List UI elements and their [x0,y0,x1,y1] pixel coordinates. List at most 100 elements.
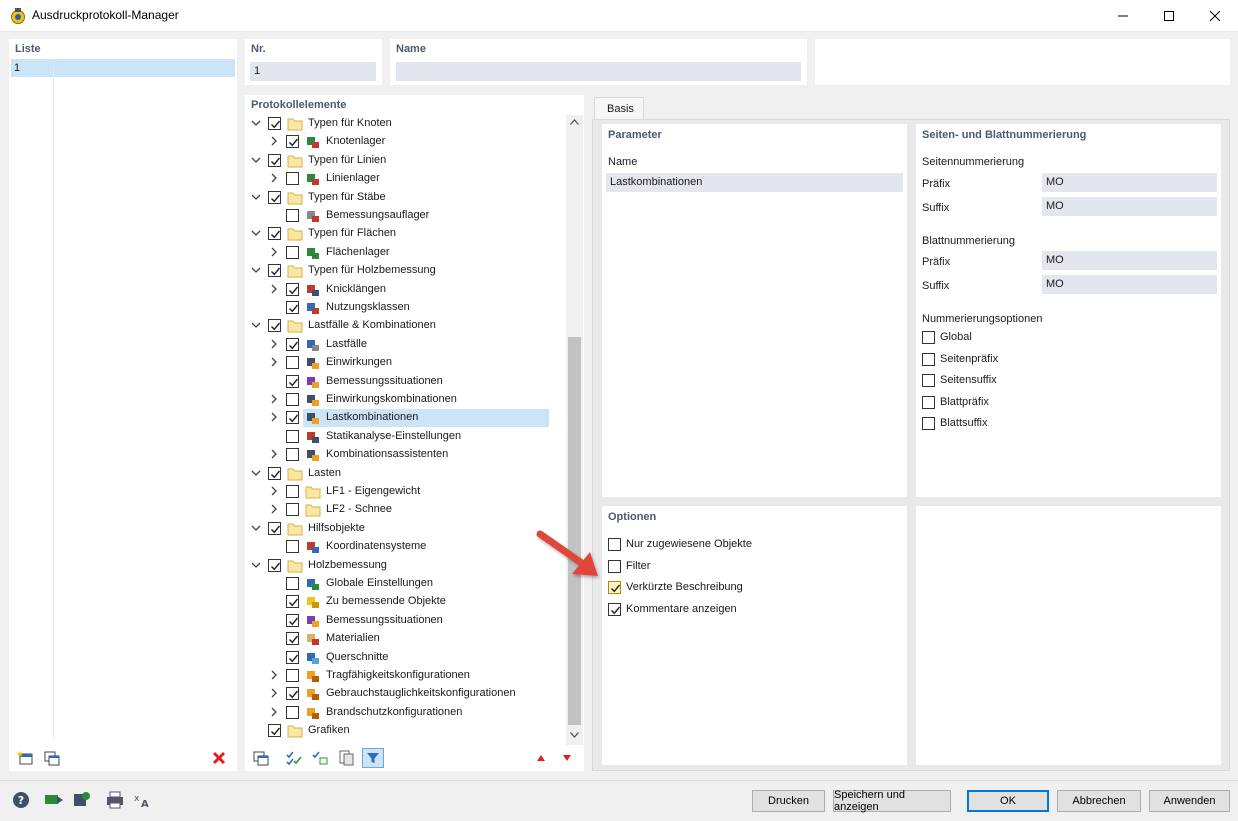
tree-item[interactable]: Knicklängen [245,281,545,299]
chevron-down-icon[interactable] [251,320,261,330]
settings-button[interactable] [71,790,93,810]
chevron-right-icon[interactable] [269,247,279,257]
tree-item[interactable]: Flächenlager [245,244,545,262]
tree-item[interactable]: Brandschutzkonfigurationen [245,704,545,722]
liste-item[interactable]: 1 [11,59,235,77]
expand-toggle[interactable] [269,136,279,146]
tree-item-checkbox[interactable] [268,521,281,535]
numbering-option[interactable]: Blattsuffix [922,416,1182,432]
new-list-button[interactable] [15,748,37,768]
tree-item[interactable]: Knotenlager [245,133,545,151]
tree-item[interactable]: Lastkombinationen [245,409,549,428]
move-up-button[interactable] [530,748,552,768]
expand-toggle[interactable] [269,339,279,349]
apply-button[interactable]: Anwenden [1149,790,1230,812]
tree-item[interactable]: Kombinationsassistenten [245,446,545,464]
tree-item[interactable]: Lasten [245,465,545,483]
tree-item-checkbox[interactable] [286,356,299,370]
move-down-button[interactable] [556,748,578,768]
tree-item-checkbox[interactable] [268,117,281,130]
tree-item[interactable]: Koordinatensysteme [245,538,545,556]
tree-item[interactable]: Nutzungsklassen [245,299,545,317]
tree-item[interactable]: Hilfsobjekte [245,520,545,538]
output-checkbox[interactable] [608,581,621,594]
nr-field[interactable]: 1 [250,62,376,81]
units-button[interactable] [43,790,65,810]
chevron-down-icon[interactable] [251,155,261,165]
tree-item-checkbox[interactable] [286,669,299,682]
parameter-name-field[interactable]: Lastkombinationen [606,173,903,192]
expand-toggle[interactable] [269,284,279,294]
tree-item[interactable]: Bemessungssituationen [245,373,545,391]
chevron-down-icon[interactable] [251,560,261,570]
tab-basis[interactable]: Basis [594,97,644,119]
tree-item[interactable]: Querschnitte [245,649,545,667]
help-button[interactable]: ? [10,790,32,810]
language-button[interactable]: x A [131,790,153,810]
scroll-down-icon[interactable] [570,732,579,738]
tree-item[interactable]: Gebrauchstauglichkeitskonfigurationen [245,685,545,703]
tree-item-checkbox[interactable] [286,411,299,425]
expand-toggle[interactable] [251,118,261,128]
tree-copy-button[interactable] [250,748,272,768]
tree-item-checkbox[interactable] [286,595,299,609]
copy-list-button[interactable] [41,748,63,768]
tree-item-checkbox[interactable] [286,393,299,406]
chevron-right-icon[interactable] [269,670,279,680]
tree-item[interactable]: Lastfälle & Kombinationen [245,317,545,335]
numbering-option[interactable]: Seitensuffix [922,373,1182,389]
expand-toggle[interactable] [251,228,261,238]
cancel-button[interactable]: Abbrechen [1057,790,1141,812]
tree-item[interactable]: Linienlager [245,170,545,188]
output-option[interactable]: Verkürzte Beschreibung [608,580,868,596]
tree-item[interactable]: Typen für Knoten [245,115,545,133]
name-field[interactable] [396,62,801,81]
tree-item[interactable]: Einwirkungskombinationen [245,391,545,409]
tree-item-checkbox[interactable] [286,687,299,701]
expand-toggle[interactable] [269,449,279,459]
numbering-option[interactable]: Blattpräfix [922,395,1182,411]
expand-toggle[interactable] [251,192,261,202]
chevron-right-icon[interactable] [269,339,279,349]
output-option[interactable]: Filter [608,559,868,575]
chevron-right-icon[interactable] [269,707,279,717]
expand-toggle[interactable] [269,670,279,680]
tree-item-checkbox[interactable] [286,503,299,517]
chevron-down-icon[interactable] [251,265,261,275]
tree-item[interactable]: Tragfähigkeitskonfigurationen [245,667,545,685]
tree-item-checkbox[interactable] [268,558,281,572]
uncheck-all-button[interactable] [309,748,331,768]
print-settings-button[interactable] [104,790,126,810]
tree-item-checkbox[interactable] [268,190,281,204]
tree-item-checkbox[interactable] [268,466,281,480]
tree-item-checkbox[interactable] [286,485,299,498]
output-option[interactable]: Kommentare anzeigen [608,602,868,618]
expand-toggle[interactable] [269,357,279,367]
document-button[interactable] [335,748,357,768]
expand-toggle[interactable] [269,486,279,496]
ok-button[interactable]: OK [967,790,1049,812]
expand-toggle[interactable] [269,173,279,183]
numbering-checkbox[interactable] [922,352,935,366]
tree-item-checkbox[interactable] [286,429,299,443]
output-checkbox[interactable] [608,602,621,616]
chevron-right-icon[interactable] [269,412,279,422]
tree-item-checkbox[interactable] [286,577,299,590]
tree-item-checkbox[interactable] [286,301,299,314]
tree-item-checkbox[interactable] [286,540,299,554]
expand-toggle[interactable] [269,412,279,422]
page-suffix-field[interactable]: MO [1042,197,1217,216]
expand-toggle[interactable] [269,504,279,514]
tree-item-checkbox[interactable] [268,264,281,278]
tree-item-checkbox[interactable] [286,282,299,296]
numbering-option[interactable]: Seitenpräfix [922,352,1182,368]
chevron-right-icon[interactable] [269,284,279,294]
tree-item-checkbox[interactable] [268,153,281,167]
sheet-suffix-field[interactable]: MO [1042,275,1217,294]
numbering-checkbox[interactable] [922,331,935,344]
tree-item[interactable]: Statikanalyse-Einstellungen [245,428,545,446]
tree-item-checkbox[interactable] [286,613,299,627]
chevron-down-icon[interactable] [251,468,261,478]
print-button[interactable]: Drucken [752,790,825,812]
expand-toggle[interactable] [251,523,261,533]
